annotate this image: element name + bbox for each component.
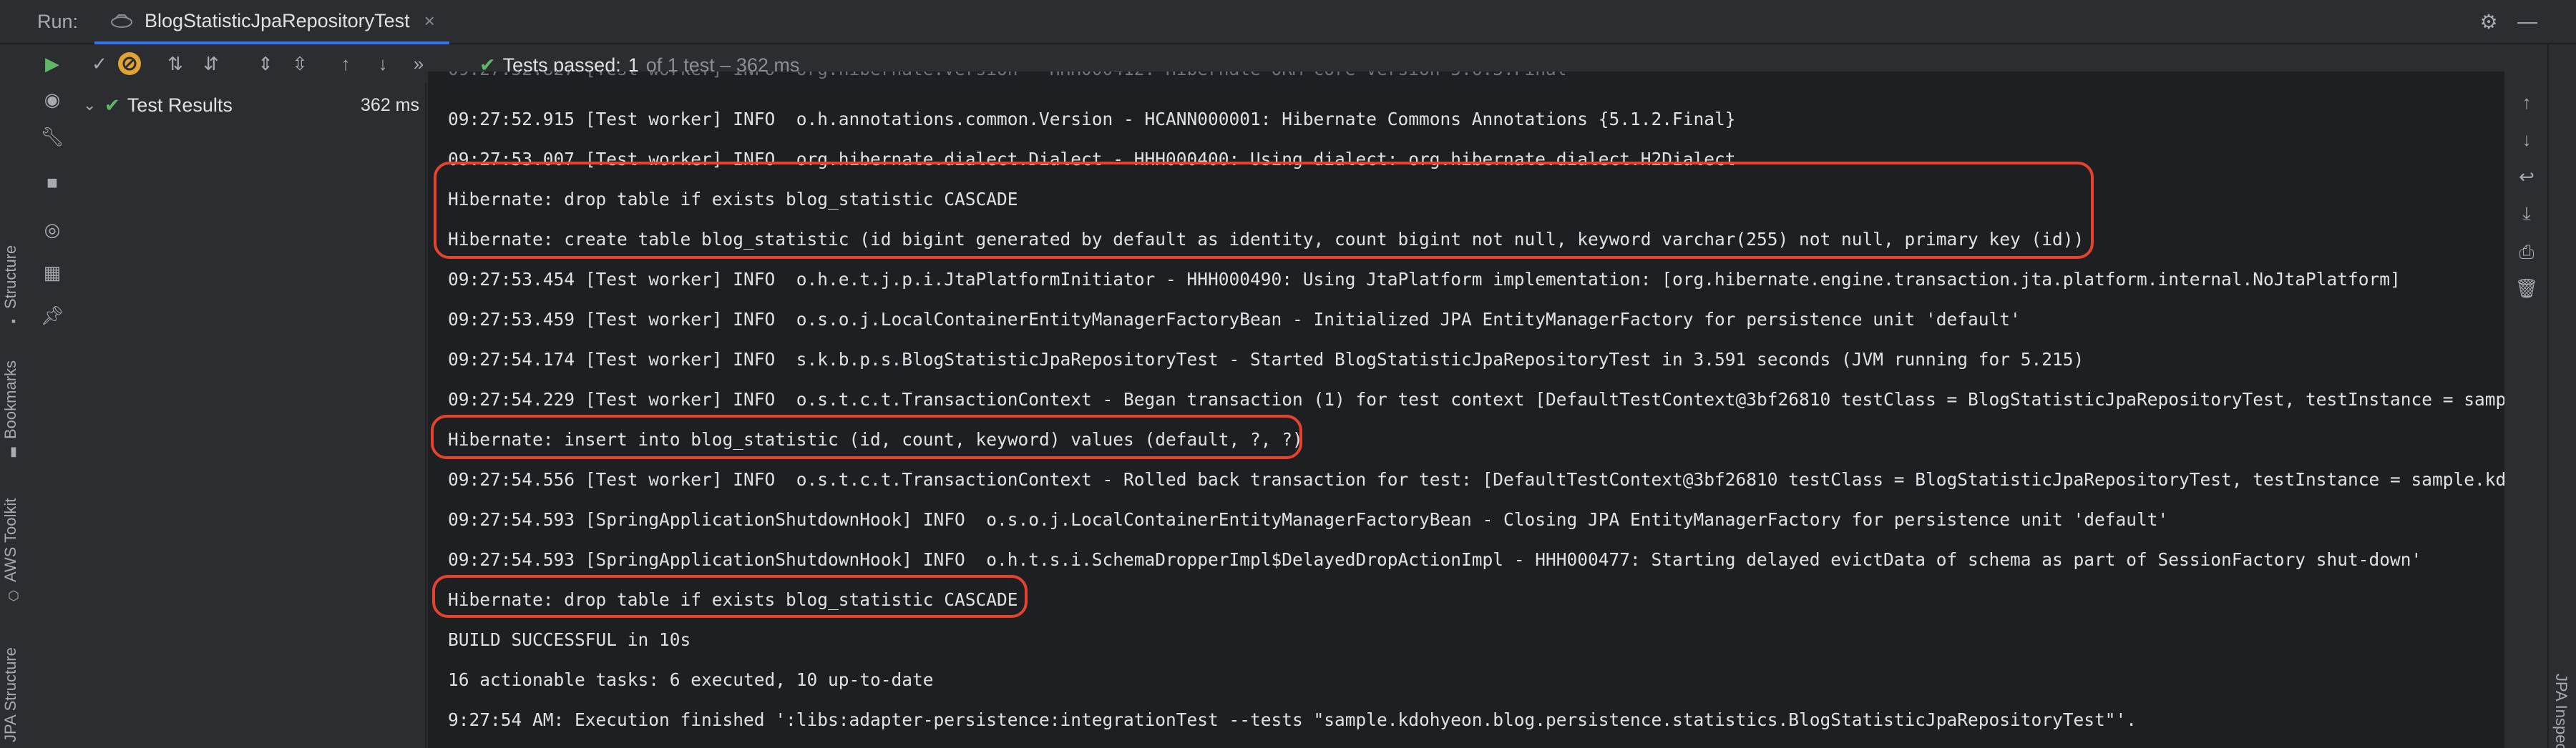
console-line: 09:27:54.556 [Test worker] INFO o.s.t.c.… <box>448 469 2504 490</box>
tree-item-label: Test Results <box>127 94 233 116</box>
console-actions: ↑ ↓ ↩ ⤓ ⎙ 🗑︎ <box>2504 72 2547 748</box>
console-line: 09:27:54.593 [SpringApplicationShutdownH… <box>448 549 2422 570</box>
check-icon[interactable]: ✓ <box>86 50 113 77</box>
test-runner-icon <box>111 14 132 28</box>
print-icon[interactable]: ⎙ <box>2513 239 2540 266</box>
wrench-icon[interactable]: 🔧︎ <box>39 123 66 150</box>
tree-item-test-results[interactable]: ⌄ ✔ Test Results 362 ms <box>83 90 419 120</box>
aws-icon[interactable]: ⬡ <box>7 589 20 602</box>
run-tab[interactable]: BlogStatisticJpaRepositoryTest × <box>94 0 449 44</box>
console-line: 09:27:54.593 [SpringApplicationShutdownH… <box>448 509 2169 530</box>
console-output[interactable]: 09:27:52.827 [Test worker] INFO org.hibe… <box>428 72 2504 748</box>
debug-icon[interactable]: ◉ <box>39 86 66 113</box>
soft-wrap-icon[interactable]: ↩ <box>2513 163 2540 190</box>
console-line: 09:27:52.915 [Test worker] INFO o.h.anno… <box>448 109 1736 129</box>
bookmarks-tab[interactable]: Bookmarks <box>1 360 20 439</box>
console-line: 09:27:53.459 [Test worker] INFO o.s.o.j.… <box>448 309 2021 330</box>
aws-toolkit-tab[interactable]: AWS Toolkit <box>1 498 20 582</box>
structure-icon[interactable]: ▪ <box>7 315 20 328</box>
console-line: 09:27:54.229 [Test worker] INFO o.s.t.c.… <box>448 389 2504 410</box>
console-line: 16 actionable tasks: 6 executed, 10 up-t… <box>448 669 934 690</box>
run-tab-title: BlogStatisticJpaRepositoryTest <box>145 9 410 31</box>
run-label: Run: <box>37 11 79 32</box>
arrow-up-icon[interactable]: ↑ <box>332 50 359 77</box>
console-line: 09:27:54.174 [Test worker] INFO s.k.b.p.… <box>448 349 2084 370</box>
stop-circle-icon[interactable] <box>116 50 143 77</box>
tree-item-time: 362 ms <box>361 94 419 115</box>
run-tool-header: Run: BlogStatisticJpaRepositoryTest × ⚙ … <box>0 0 2576 44</box>
console-line: BUILD SUCCESSFUL in 10s <box>448 629 691 650</box>
test-results-tree: ⌄ ✔ Test Results 362 ms <box>76 83 426 748</box>
highlight-box-insert <box>431 415 1302 459</box>
structure-tab[interactable]: Structure <box>1 245 20 309</box>
highlight-box-drop <box>432 575 1028 618</box>
console-line: 9:27:54 AM: Execution finished ':libs:ad… <box>448 709 2137 730</box>
close-icon[interactable]: × <box>424 10 435 32</box>
pin-icon[interactable]: 📌︎ <box>39 302 66 329</box>
arrow-down-icon[interactable]: ↓ <box>369 50 396 77</box>
sort-duration-icon[interactable]: ⇵ <box>197 50 225 77</box>
gear-icon[interactable]: ⚙ <box>2476 9 2502 34</box>
console-line: 09:27:53.454 [Test worker] INFO o.h.e.t.… <box>448 269 2401 290</box>
scroll-to-end-icon[interactable]: ⤓ <box>2513 200 2540 227</box>
layout-icon[interactable]: ▦ <box>39 259 66 286</box>
console-line-partial: 09:27:52.827 [Test worker] INFO org.hibe… <box>448 72 1567 79</box>
scroll-down-icon[interactable]: ↓ <box>2513 126 2540 153</box>
scroll-up-icon[interactable]: ↑ <box>2513 89 2540 116</box>
sort-alpha-icon[interactable]: ⇅ <box>162 50 189 77</box>
expand-all-icon[interactable]: ⇕ <box>252 50 279 77</box>
cancel-circle-icon <box>118 52 141 75</box>
eye-icon[interactable]: ◎ <box>39 216 66 243</box>
collapse-all-icon[interactable]: ⇳ <box>286 50 313 77</box>
right-tool-strip: JPA Inspector <box>2547 44 2576 748</box>
run-tool-column: ▶ ◉ 🔧︎ ■ ◎ ▦ 📌︎ <box>29 44 74 748</box>
highlight-box-create <box>434 162 2094 259</box>
trash-icon[interactable]: 🗑︎ <box>2513 275 2540 302</box>
pass-check-icon: ✔ <box>104 94 120 116</box>
stop-icon[interactable]: ■ <box>39 169 66 196</box>
chevron-down-icon[interactable]: ⌄ <box>83 96 97 114</box>
left-tool-strip: ▪ Structure ▮ Bookmarks ⬡ AWS Toolkit JP… <box>0 44 27 748</box>
minimize-icon[interactable]: — <box>2514 9 2540 34</box>
jpa-structure-tab[interactable]: JPA Structure <box>1 647 20 742</box>
jpa-inspector-tab[interactable]: JPA Inspector <box>2552 674 2570 748</box>
bookmark-icon[interactable]: ▮ <box>7 445 20 458</box>
